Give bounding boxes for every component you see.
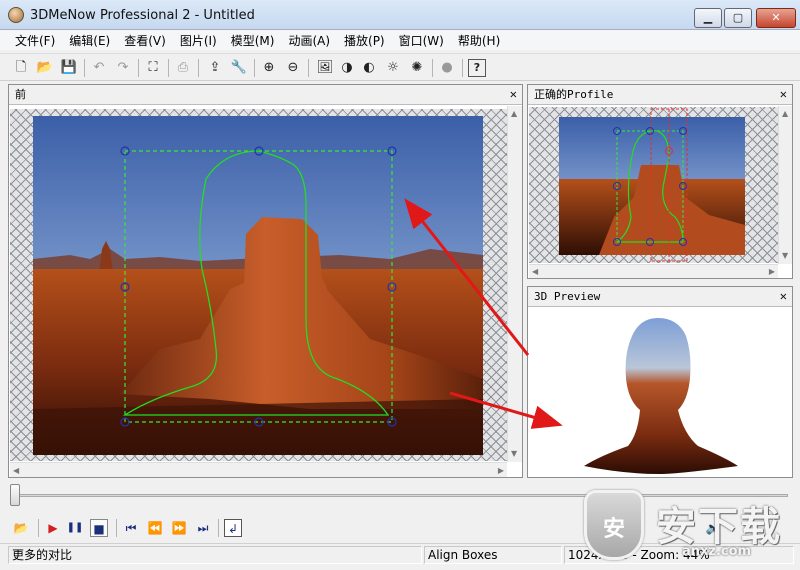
play-record-icon[interactable]: ▶ — [44, 519, 62, 537]
toolbar-separator — [138, 59, 139, 77]
minimize-button[interactable]: ▁ — [694, 8, 722, 28]
profile-panel-title: 正确的Profile — [534, 88, 614, 101]
wrench-icon[interactable]: 🔧 — [230, 59, 248, 77]
close-button[interactable]: ✕ — [756, 8, 796, 28]
contrast-icon[interactable]: ◑ — [338, 59, 356, 77]
fast-forward-icon[interactable]: ⏩ — [170, 519, 188, 537]
first-frame-icon[interactable]: ⏮ — [122, 519, 140, 537]
toolbar-separator — [432, 59, 433, 77]
scroll-right-arrow[interactable]: ▶ — [769, 267, 775, 277]
preview-panel: 3D Preview ✕ — [527, 286, 793, 478]
brightness-alt-icon[interactable]: ✺ — [408, 59, 426, 77]
scroll-right-arrow[interactable]: ▶ — [498, 466, 504, 476]
open-animation-icon[interactable]: 📂 — [12, 519, 30, 537]
menu-edit[interactable]: 编辑(E) — [62, 32, 117, 49]
profile-panel: 正确的Profile ✕ ▲ ▼ ◀ ▶ — [527, 84, 793, 279]
toolbar-separator — [38, 519, 39, 537]
tone-icon[interactable]: ◐ — [360, 59, 378, 77]
scroll-down-arrow[interactable]: ▼ — [782, 251, 788, 261]
loop-icon[interactable]: ↲ — [224, 519, 242, 537]
front-vertical-scrollbar[interactable]: ▲ ▼ — [507, 106, 522, 462]
menu-window[interactable]: 窗口(W) — [392, 32, 451, 49]
status-message: 更多的对比 — [8, 546, 422, 564]
toolbar-separator — [308, 59, 309, 77]
scroll-left-arrow[interactable]: ◀ — [532, 267, 538, 277]
profile-canvas[interactable] — [529, 107, 778, 263]
watermark-shield-icon: 安 — [584, 490, 644, 560]
front-canvas[interactable] — [10, 109, 507, 461]
preview-panel-header: 3D Preview ✕ — [528, 287, 792, 307]
export-icon[interactable]: ⇪ — [206, 59, 224, 77]
profile-panel-header: 正确的Profile ✕ — [528, 85, 792, 105]
undo-icon[interactable]: ↶ — [90, 59, 108, 77]
open-folder-icon[interactable]: 📂 — [36, 59, 54, 77]
image-icon[interactable]: 🖼 — [316, 59, 334, 77]
toolbar-separator — [84, 59, 85, 77]
profile-panel-close-icon[interactable]: ✕ — [780, 87, 787, 102]
zoom-out-icon[interactable]: ⊖ — [284, 59, 302, 77]
toolbar-separator — [218, 519, 219, 537]
profile-photo-svg[interactable] — [529, 107, 778, 263]
3d-head-model[interactable] — [584, 318, 738, 474]
scroll-up-arrow[interactable]: ▲ — [511, 109, 517, 119]
title-bar: 3DMeNow Professional 2 - Untitled ▁ ▢ ✕ — [0, 0, 800, 30]
menu-file[interactable]: 文件(F) — [8, 32, 62, 49]
menu-bar: 文件(F) 编辑(E) 查看(V) 图片(I) 模型(M) 动画(A) 播放(P… — [0, 30, 800, 50]
profile-vertical-scrollbar[interactable]: ▲ ▼ — [778, 106, 792, 264]
toolbar-separator — [462, 59, 463, 77]
print-icon[interactable]: ⎙ — [174, 59, 192, 77]
status-mode: Align Boxes — [424, 546, 562, 564]
toolbar: 🗋 📂 💾 ↶ ↷ ⛶ ⎙ ⇪ 🔧 ⊕ ⊖ 🖼 ◑ ◐ ☼ ✺ ● ? — [0, 53, 800, 81]
timeline-thumb[interactable] — [10, 484, 20, 506]
toolbar-separator — [168, 59, 169, 77]
crop-frame-icon[interactable]: ⛶ — [144, 59, 162, 77]
scroll-down-arrow[interactable]: ▼ — [511, 449, 517, 459]
maximize-button[interactable]: ▢ — [724, 8, 752, 28]
menu-model[interactable]: 模型(M) — [224, 32, 282, 49]
scroll-left-arrow[interactable]: ◀ — [13, 466, 19, 476]
scroll-up-arrow[interactable]: ▲ — [782, 109, 788, 119]
front-view-panel: 前 ✕ ▲ ▼ ◀ ▶ — [8, 84, 523, 478]
window-title: 3DMeNow Professional 2 - Untitled — [30, 8, 255, 23]
toolbar-separator — [198, 59, 199, 77]
profile-horizontal-scrollbar[interactable]: ◀ ▶ — [529, 264, 778, 278]
record-dot-icon[interactable]: ● — [438, 59, 456, 77]
brightness-icon[interactable]: ☼ — [384, 59, 402, 77]
redo-icon[interactable]: ↷ — [114, 59, 132, 77]
stop-icon[interactable]: ■ — [90, 519, 108, 537]
last-frame-icon[interactable]: ⏭ — [194, 519, 212, 537]
toolbar-separator — [254, 59, 255, 77]
new-file-icon[interactable]: 🗋 — [12, 59, 30, 77]
preview-render-svg[interactable] — [528, 308, 792, 478]
menu-help[interactable]: 帮助(H) — [451, 32, 507, 49]
save-icon[interactable]: 💾 — [60, 59, 78, 77]
site-watermark: 安 安下载 anxz.com — [580, 484, 795, 568]
preview-panel-title: 3D Preview — [534, 290, 601, 303]
zoom-in-icon[interactable]: ⊕ — [260, 59, 278, 77]
watermark-domain: anxz.com — [682, 544, 752, 559]
menu-animation[interactable]: 动画(A) — [281, 32, 337, 49]
preview-panel-close-icon[interactable]: ✕ — [780, 289, 787, 304]
menu-view[interactable]: 查看(V) — [117, 32, 173, 49]
front-panel-header: 前 ✕ — [9, 85, 522, 105]
rewind-icon[interactable]: ⏪ — [146, 519, 164, 537]
help-icon[interactable]: ? — [468, 59, 486, 77]
front-photo-svg[interactable] — [10, 109, 507, 461]
menu-play[interactable]: 播放(P) — [337, 32, 392, 49]
pause-icon[interactable]: ❚❚ — [66, 519, 84, 537]
front-panel-close-icon[interactable]: ✕ — [510, 87, 517, 102]
menu-image[interactable]: 图片(I) — [173, 32, 224, 49]
app-icon — [8, 7, 24, 23]
front-horizontal-scrollbar[interactable]: ◀ ▶ — [10, 462, 507, 477]
front-panel-title: 前 — [15, 88, 26, 101]
toolbar-separator — [116, 519, 117, 537]
